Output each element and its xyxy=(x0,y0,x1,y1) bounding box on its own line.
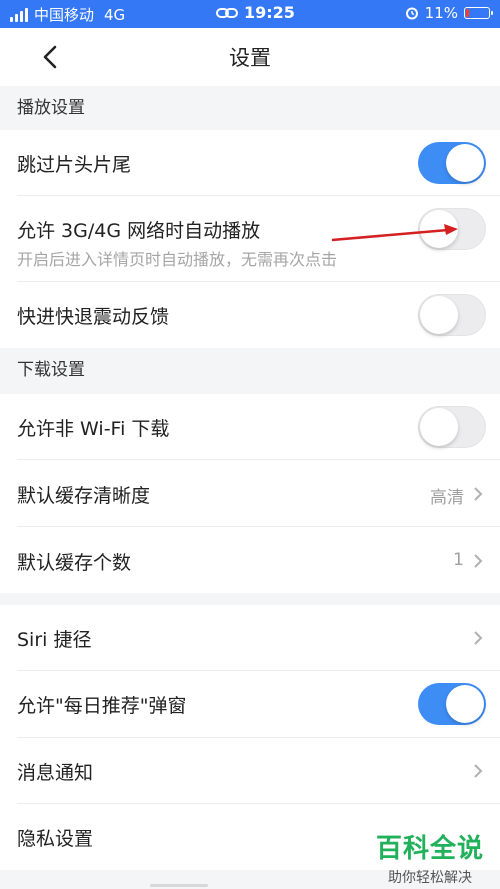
cache-count-value: 1 xyxy=(453,550,464,570)
row-siri[interactable]: Siri 捷径 xyxy=(0,605,500,671)
nav-bar: 设置 xyxy=(0,28,500,86)
chevron-right-icon xyxy=(474,487,483,501)
row-label: 隐私设置 xyxy=(17,828,94,850)
home-indicator xyxy=(150,884,208,887)
chevron-right-icon xyxy=(474,631,483,645)
non-wifi-download-toggle[interactable] xyxy=(418,406,486,448)
annotation-arrow-icon xyxy=(331,224,458,242)
row-label: 跳过片头片尾 xyxy=(17,154,132,176)
signal-icon xyxy=(10,7,28,22)
row-cache-quality[interactable]: 默认缓存清晰度 高清 xyxy=(0,460,500,527)
row-label: 允许非 Wi-Fi 下载 xyxy=(17,418,170,440)
haptic-toggle[interactable] xyxy=(418,294,486,336)
section-gap xyxy=(0,593,500,605)
row-sublabel: 开启后进入详情页时自动播放，无需再次点击 xyxy=(17,250,338,269)
link-icon xyxy=(216,7,238,18)
status-center: 19:25 xyxy=(216,3,295,22)
status-right: 11% xyxy=(405,4,493,22)
watermark-title: 百科全说 xyxy=(375,834,484,864)
row-skip-intro[interactable]: 跳过片头片尾 xyxy=(0,130,500,196)
skip-intro-toggle[interactable] xyxy=(418,142,486,184)
cache-quality-value: 高清 xyxy=(430,488,464,508)
battery-percent: 11% xyxy=(424,4,458,22)
row-label: 允许 3G/4G 网络时自动播放 xyxy=(17,220,261,242)
watermark: 百科全说 助你轻松解决 xyxy=(376,828,484,887)
row-cache-count[interactable]: 默认缓存个数 1 xyxy=(0,527,500,593)
row-label: 快进快退震动反馈 xyxy=(17,306,170,328)
row-label: Siri 捷径 xyxy=(17,629,92,651)
row-label: 默认缓存个数 xyxy=(17,552,132,574)
battery-icon xyxy=(464,7,493,19)
status-bar: 中国移动 4G 19:25 11% xyxy=(0,0,500,28)
page-title: 设置 xyxy=(229,46,271,70)
row-label: 允许"每日推荐"弹窗 xyxy=(17,695,187,717)
row-label: 默认缓存清晰度 xyxy=(17,485,151,507)
network-type: 4G xyxy=(104,5,126,24)
clock: 19:25 xyxy=(244,3,295,22)
row-label: 消息通知 xyxy=(17,762,94,784)
row-daily-popup[interactable]: 允许"每日推荐"弹窗 xyxy=(0,671,500,738)
chevron-right-icon xyxy=(474,764,483,778)
row-notifications[interactable]: 消息通知 xyxy=(0,738,500,804)
daily-popup-toggle[interactable] xyxy=(418,683,486,725)
section-header-download: 下载设置 xyxy=(0,348,500,392)
row-non-wifi-download[interactable]: 允许非 Wi-Fi 下载 xyxy=(0,394,500,460)
alarm-icon xyxy=(405,7,418,20)
section-header-playback: 播放设置 xyxy=(0,86,500,130)
chevron-right-icon xyxy=(474,554,483,568)
status-left: 中国移动 4G xyxy=(10,4,125,25)
carrier-name: 中国移动 xyxy=(34,6,95,24)
watermark-subtitle: 助你轻松解决 xyxy=(387,870,472,886)
row-haptic[interactable]: 快进快退震动反馈 xyxy=(0,282,500,348)
